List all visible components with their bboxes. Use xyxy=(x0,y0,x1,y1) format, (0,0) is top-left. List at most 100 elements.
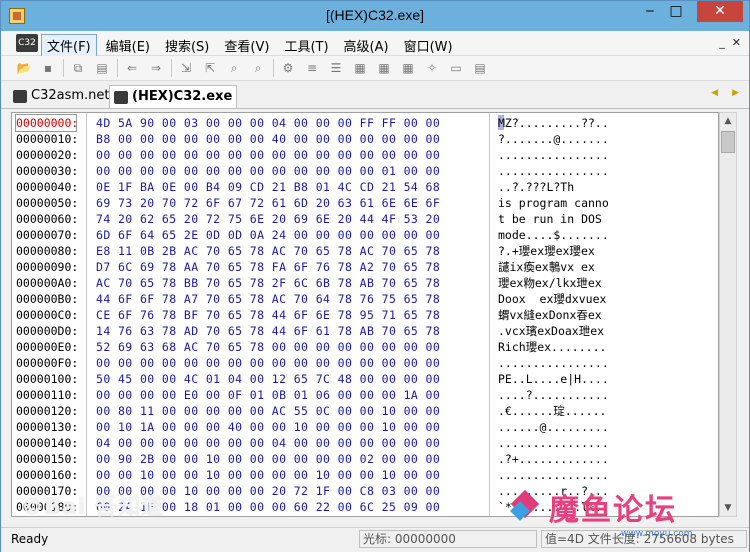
row-bytes[interactable]: 00 10 1A 00 00 00 40 00 00 10 00 00 00 1… xyxy=(96,419,476,435)
row-bytes[interactable]: 44 6F 6F 78 A7 70 65 78 AC 70 64 78 76 7… xyxy=(96,291,476,307)
minimize-button[interactable]: ‒ xyxy=(637,1,663,22)
row-ascii[interactable]: 譴ix瘓ex鷒vx ex xyxy=(498,259,698,275)
menu-window[interactable]: 窗口(W) xyxy=(398,34,459,57)
copy-icon[interactable]: ⧉ xyxy=(69,60,87,76)
row-bytes[interactable]: AC 70 65 78 BB 70 65 78 2F 6C 6B 78 AB 7… xyxy=(96,275,476,291)
row-bytes[interactable]: 14 76 63 78 AD 70 65 78 44 6F 61 78 AB 7… xyxy=(96,323,476,339)
row-ascii[interactable]: mode....$....... xyxy=(498,227,698,243)
find-next-icon[interactable]: ⌕ xyxy=(249,60,267,76)
paste-icon[interactable]: ▤ xyxy=(93,60,111,76)
align-left-icon[interactable]: ≡ xyxy=(303,60,321,76)
grid2-icon[interactable]: ▦ xyxy=(375,60,393,76)
menu-edit[interactable]: 编辑(E) xyxy=(100,34,156,57)
row-ascii[interactable]: ................ xyxy=(498,435,698,451)
menu-advanced[interactable]: 高级(A) xyxy=(338,34,395,57)
mdi-minimize-button[interactable]: _ xyxy=(719,36,725,49)
jump-icon[interactable]: ⇱ xyxy=(201,60,219,76)
row-address: 000000B0: xyxy=(16,292,79,306)
close-button[interactable]: ✕ xyxy=(697,1,743,22)
open-icon[interactable]: 📂 xyxy=(15,60,33,76)
row-ascii[interactable]: ................ xyxy=(498,467,698,483)
row-ascii[interactable]: .?+............. xyxy=(498,451,698,467)
tab-c32asm[interactable]: C32asm.net xyxy=(13,85,110,107)
save-icon[interactable]: ▪ xyxy=(39,60,57,76)
forward-icon[interactable]: ⇒ xyxy=(147,60,165,76)
row-address: 000000A0: xyxy=(16,276,79,290)
scroll-up-icon[interactable]: ▲ xyxy=(720,113,736,129)
menu-file[interactable]: 文件(F) xyxy=(41,34,97,57)
row-ascii[interactable]: 蝟vx縫exDonx昋ex xyxy=(498,307,698,323)
row-ascii[interactable]: 瓔ex粅ex/lkx玴ex xyxy=(498,275,698,291)
goto-icon[interactable]: ⇲ xyxy=(177,60,195,76)
back-icon[interactable]: ⇐ xyxy=(123,60,141,76)
row-ascii[interactable]: ?.......@....... xyxy=(498,131,698,147)
row-ascii[interactable]: Doox ex瓔dxvuex xyxy=(498,291,698,307)
align-icon[interactable]: ☰ xyxy=(327,60,345,76)
row-ascii[interactable]: Rich瓔ex........ xyxy=(498,339,698,355)
row-bytes[interactable]: 6D 6F 64 65 2E 0D 0D 0A 24 00 00 00 00 0… xyxy=(96,227,476,243)
ascii-divider xyxy=(489,113,490,516)
row-address: 00000090: xyxy=(16,260,79,274)
maximize-button[interactable]: □ xyxy=(663,1,689,22)
row-bytes[interactable]: B8 00 00 00 00 00 00 00 40 00 00 00 00 0… xyxy=(96,131,476,147)
row-bytes[interactable]: 00 00 10 00 00 10 00 00 00 00 10 00 00 1… xyxy=(96,467,476,483)
mdi-close-button[interactable]: ✕ xyxy=(732,36,741,49)
settings-icon[interactable]: ⚙ xyxy=(279,60,297,76)
menu-bar: C32 文件(F) 编辑(E) 搜索(S) 查看(V) 工具(T) 高级(A) … xyxy=(1,31,749,57)
row-bytes[interactable]: 00 90 2B 00 00 10 00 00 00 00 00 00 02 0… xyxy=(96,451,476,467)
status-ready: Ready xyxy=(11,532,49,546)
tab-scroll-left-icon[interactable]: ◀ xyxy=(711,88,718,98)
panel-icon[interactable]: ▭ xyxy=(447,60,465,76)
table-icon[interactable]: ▤ xyxy=(471,60,489,76)
grid3-icon[interactable]: ▦ xyxy=(399,60,417,76)
vertical-scrollbar[interactable]: ▲ ▼ xyxy=(719,112,737,517)
row-bytes[interactable]: D7 6C 69 78 AA 70 65 78 FA 6F 76 78 A2 7… xyxy=(96,259,476,275)
tab-hex-c32[interactable]: (HEX)C32.exe xyxy=(109,85,238,108)
row-ascii[interactable]: MZ?.........??.. xyxy=(498,115,698,131)
title-bar[interactable]: [(HEX)C32.exe] ‒ □ ✕ xyxy=(1,1,749,31)
row-bytes[interactable]: 69 73 20 70 72 6F 67 72 61 6D 20 63 61 6… xyxy=(96,195,476,211)
scroll-down-icon[interactable]: ▼ xyxy=(720,500,736,516)
mdi-controls: _ ✕ xyxy=(719,36,741,49)
row-bytes[interactable]: E8 11 0B 2B AC 70 65 78 AC 70 65 78 AC 7… xyxy=(96,243,476,259)
row-ascii[interactable]: ................ xyxy=(498,147,698,163)
row-bytes[interactable]: 00 80 11 00 00 00 00 00 AC 55 0C 00 00 1… xyxy=(96,403,476,419)
row-bytes[interactable]: CE 6F 76 78 BF 70 65 78 44 6F 6E 78 95 7… xyxy=(96,307,476,323)
row-address: 00000040: xyxy=(16,180,79,194)
toolbar-separator xyxy=(117,59,118,77)
tab-scroll-right-icon[interactable]: ▶ xyxy=(732,88,739,98)
row-ascii[interactable]: .€......琔...... xyxy=(498,403,698,419)
row-ascii[interactable]: .vcx璸exDoax玴ex xyxy=(498,323,698,339)
row-bytes[interactable]: 00 00 00 00 00 00 00 00 00 00 00 00 00 0… xyxy=(96,355,476,371)
row-ascii[interactable]: PE..L....e|H.... xyxy=(498,371,698,387)
row-ascii[interactable]: ................ xyxy=(498,355,698,371)
row-ascii[interactable]: ....?........... xyxy=(498,387,698,403)
row-bytes[interactable]: 00 00 00 00 00 00 00 00 00 00 00 00 00 0… xyxy=(96,147,476,163)
scroll-thumb[interactable] xyxy=(721,131,735,153)
grid-icon[interactable]: ▦ xyxy=(351,60,369,76)
row-address: 00000060: xyxy=(16,212,79,226)
row-bytes[interactable]: 4D 5A 90 00 03 00 00 00 04 00 00 00 FF F… xyxy=(96,115,476,131)
toolbar-separator xyxy=(171,59,172,77)
wand-icon[interactable]: ✧ xyxy=(423,60,441,76)
menu-search[interactable]: 搜索(S) xyxy=(159,34,215,57)
row-ascii[interactable]: t be run in DOS xyxy=(498,211,698,227)
row-ascii[interactable]: ......@......... xyxy=(498,419,698,435)
row-ascii[interactable]: ?.+瓔ex瓔ex瓔ex xyxy=(498,243,698,259)
hex-view[interactable]: 00000000: 4D 5A 90 00 03 00 00 00 04 00 0… xyxy=(11,112,719,517)
row-ascii[interactable]: ................ xyxy=(498,163,698,179)
menu-view[interactable]: 查看(V) xyxy=(218,34,275,57)
row-bytes[interactable]: 74 20 62 65 20 72 75 6E 20 69 6E 20 44 4… xyxy=(96,211,476,227)
row-ascii[interactable]: ..?.???L?Th xyxy=(498,179,698,195)
row-address: 00000010: xyxy=(16,132,79,146)
row-bytes[interactable]: 04 00 00 00 00 00 00 00 04 00 00 00 00 0… xyxy=(96,435,476,451)
row-bytes[interactable]: 00 00 00 00 E0 00 0F 01 0B 01 06 00 00 0… xyxy=(96,387,476,403)
row-address: 000000D0: xyxy=(16,324,79,338)
menu-tools[interactable]: 工具(T) xyxy=(278,34,334,57)
find-icon[interactable]: ⌕ xyxy=(225,60,243,76)
row-bytes[interactable]: 52 69 63 68 AC 70 65 78 00 00 00 00 00 0… xyxy=(96,339,476,355)
row-bytes[interactable]: 50 45 00 00 4C 01 04 00 12 65 7C 48 00 0… xyxy=(96,371,476,387)
row-bytes[interactable]: 00 00 00 00 00 00 00 00 00 00 00 00 00 0… xyxy=(96,163,476,179)
row-ascii[interactable]: is program canno xyxy=(498,195,698,211)
row-bytes[interactable]: 0E 1F BA 0E 00 B4 09 CD 21 B8 01 4C CD 2… xyxy=(96,179,476,195)
